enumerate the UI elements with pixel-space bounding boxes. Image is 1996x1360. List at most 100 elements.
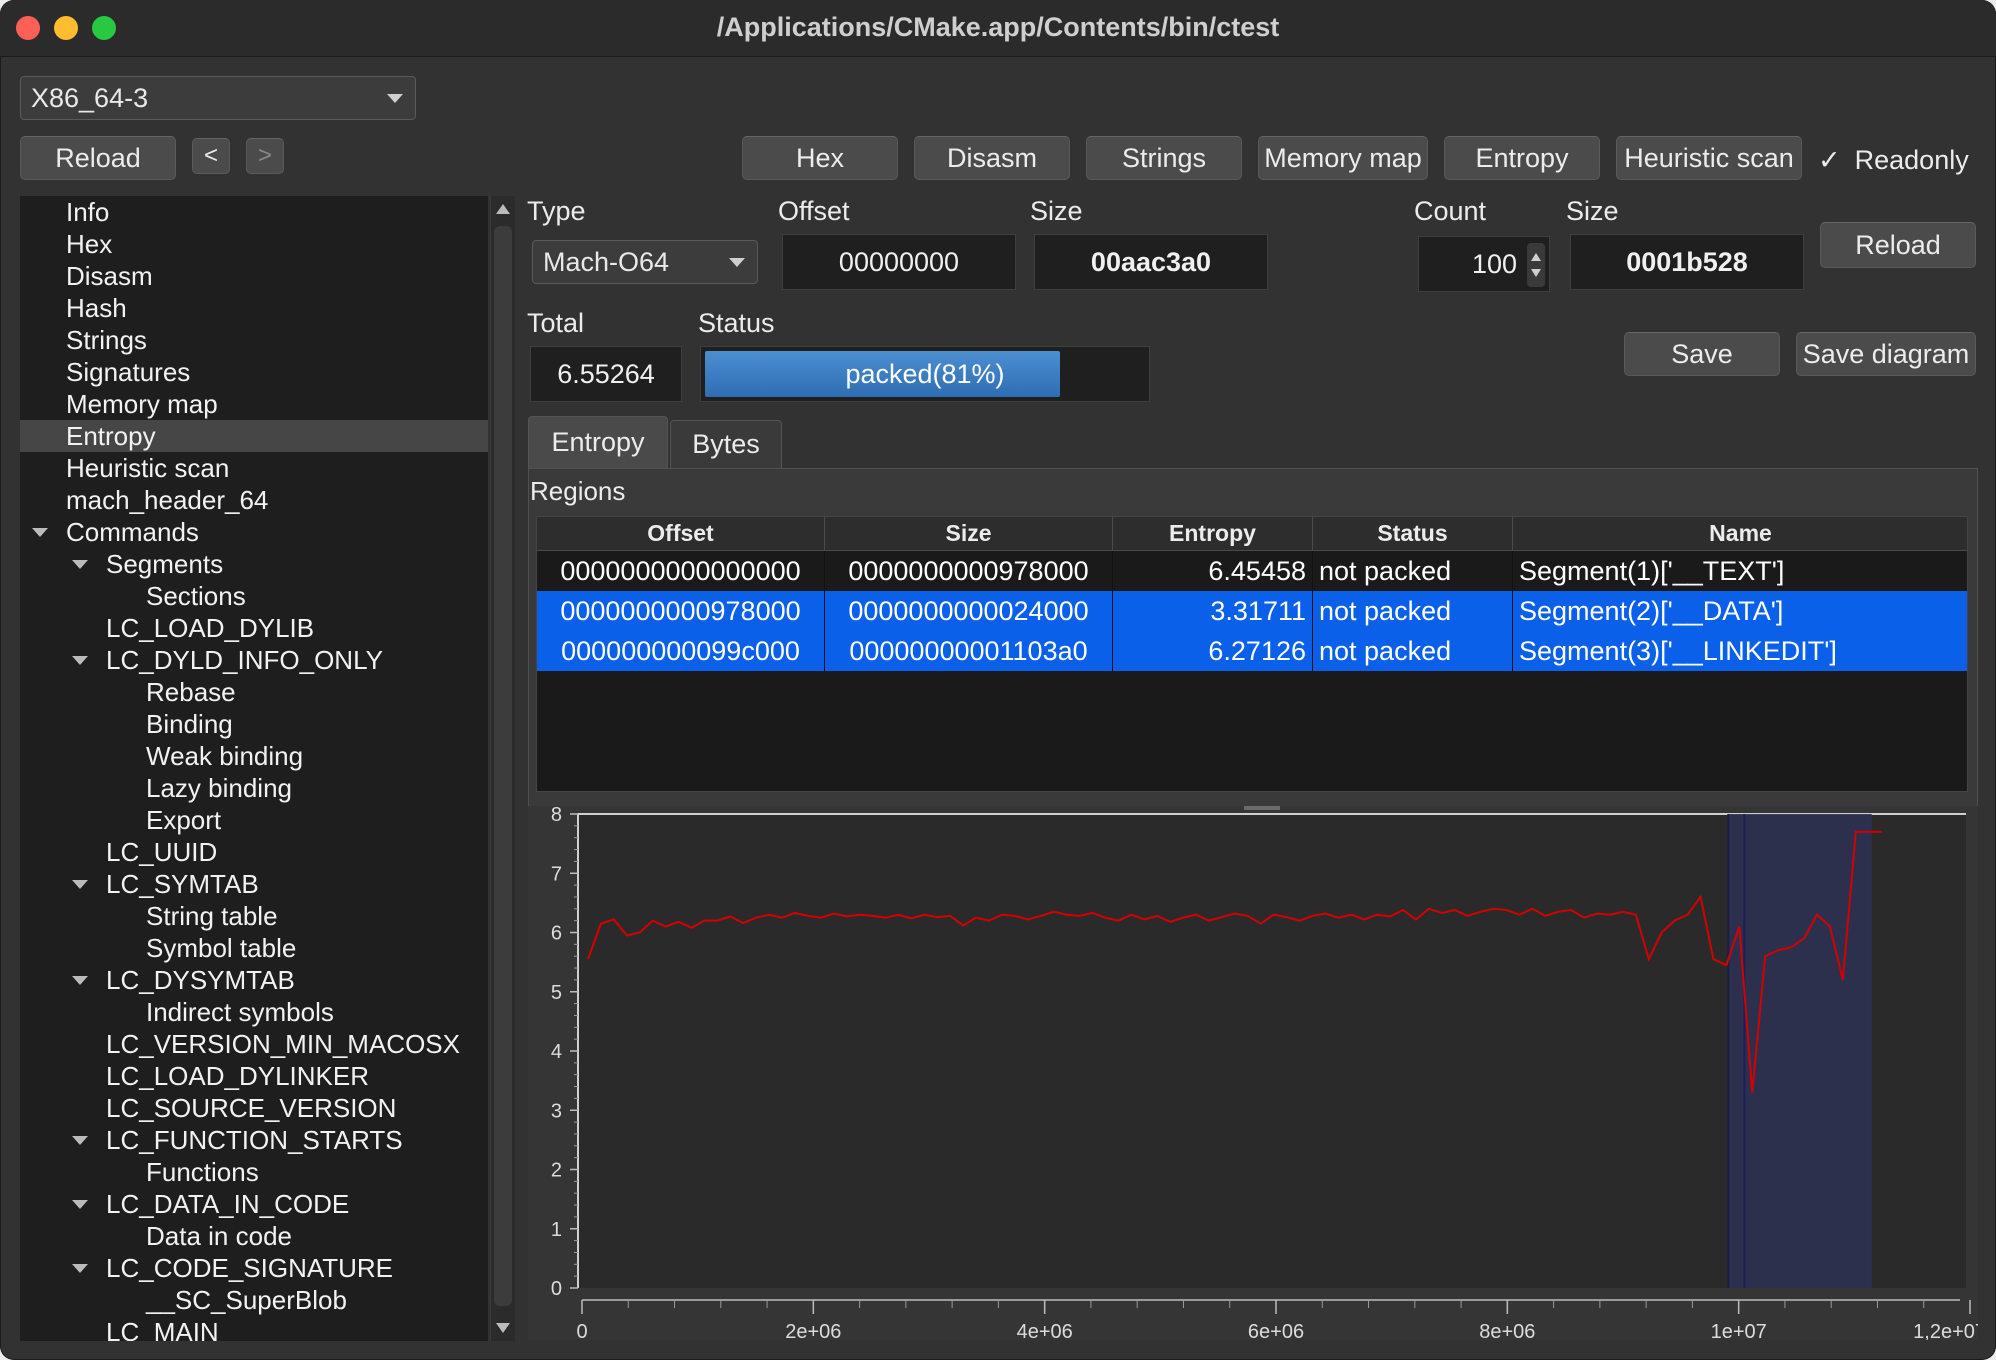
tree-item[interactable]: Heuristic scan xyxy=(20,452,488,484)
tree-item[interactable]: LC_CODE_SIGNATURE xyxy=(20,1252,488,1284)
tree-item-label: LC_CODE_SIGNATURE xyxy=(106,1253,394,1283)
tree-item[interactable]: Rebase xyxy=(20,676,488,708)
progress-text: packed(81%) xyxy=(845,358,1005,389)
offset-field[interactable]: 00000000 xyxy=(782,234,1016,290)
tree-item-label: LC_SOURCE_VERSION xyxy=(106,1093,397,1123)
disasm-view-button[interactable]: Disasm xyxy=(914,136,1070,180)
tree-item[interactable]: Info xyxy=(20,196,488,228)
expand-arrow-icon[interactable] xyxy=(72,656,88,665)
regions-table[interactable]: Offset Size Entropy Status Name 00000000… xyxy=(536,516,1968,792)
column-header-name[interactable]: Name xyxy=(1513,517,1967,551)
y-tick-label: 5 xyxy=(551,982,562,1004)
tree-item[interactable]: Memory map xyxy=(20,388,488,420)
readonly-checkbox[interactable]: ✓ Readonly xyxy=(1818,140,1969,180)
tree-item-label: Signatures xyxy=(66,357,191,387)
x-tick-label: 8e+06 xyxy=(1479,1321,1535,1340)
column-header-entropy[interactable]: Entropy xyxy=(1113,517,1313,551)
table-row[interactable]: 0000000000978000 0000000000024000 3.31711 n… xyxy=(537,591,1967,631)
tree-item[interactable]: LC_DATA_IN_CODE xyxy=(20,1188,488,1220)
tree-item[interactable]: LC_FUNCTION_STARTS xyxy=(20,1124,488,1156)
size-field[interactable]: 00aac3a0 xyxy=(1034,234,1268,290)
type-select[interactable]: Mach-O64 xyxy=(532,240,758,284)
tab-entropy[interactable]: Entropy xyxy=(528,416,668,468)
tree-item[interactable]: Hex xyxy=(20,228,488,260)
tree-item[interactable]: Hash xyxy=(20,292,488,324)
navigation-tree[interactable]: Info Hex Disasm Hash Strings Signatures Memory… xyxy=(20,196,488,1341)
strings-view-button[interactable]: Strings xyxy=(1086,136,1242,180)
arch-select-value: X86_64-3 xyxy=(31,82,149,113)
tree-item[interactable]: Commands xyxy=(20,516,488,548)
tree-item[interactable]: Data in code xyxy=(20,1220,488,1252)
total-field[interactable]: 6.55264 xyxy=(530,346,682,402)
count-spinbox[interactable]: 100 xyxy=(1418,236,1550,292)
column-header-size[interactable]: Size xyxy=(825,517,1113,551)
tree-item[interactable]: String table xyxy=(20,900,488,932)
tree-item-label: __SC_SuperBlob xyxy=(146,1285,347,1315)
tree-item[interactable]: Weak binding xyxy=(20,740,488,772)
size-label: Size xyxy=(1030,196,1083,226)
tree-item[interactable]: LC_LOAD_DYLIB xyxy=(20,612,488,644)
reload-file-button[interactable]: Reload xyxy=(20,136,176,180)
entropy-chart-svg[interactable]: 0 1 2 3 4 5 6 7 8 0 2e+06 4e+06 6e+06 8e+06 1e+07 1,2e+… xyxy=(528,804,1986,1343)
entropy-chart[interactable]: 0 1 2 3 4 5 6 7 8 0 2e+06 4e+06 6e+06 8e+06 1e+07 1,2e+… xyxy=(528,804,1986,1343)
expand-arrow-icon[interactable] xyxy=(72,560,88,569)
heuristic-scan-view-button[interactable]: Heuristic scan xyxy=(1616,136,1802,180)
memory-map-view-button[interactable]: Memory map xyxy=(1258,136,1428,180)
expand-arrow-icon[interactable] xyxy=(72,1136,88,1145)
back-button[interactable]: < xyxy=(192,138,230,174)
tree-item[interactable]: Lazy binding xyxy=(20,772,488,804)
tree-item[interactable]: LC_SYMTAB xyxy=(20,868,488,900)
tree-item[interactable]: LC_LOAD_DYLINKER xyxy=(20,1060,488,1092)
table-row[interactable]: 0000000000000000 0000000000978000 6.45458 n… xyxy=(537,551,1967,591)
tree-item[interactable]: LC_UUID xyxy=(20,836,488,868)
entropy-view-button[interactable]: Entropy xyxy=(1444,136,1600,180)
expand-arrow-icon[interactable] xyxy=(32,528,48,537)
x-tick-label: 4e+06 xyxy=(1017,1321,1073,1340)
tree-item[interactable]: Functions xyxy=(20,1156,488,1188)
hex-view-button[interactable]: Hex xyxy=(742,136,898,180)
tree-item[interactable]: Export xyxy=(20,804,488,836)
tree-item[interactable]: Symbol table xyxy=(20,932,488,964)
tree-item-label: Lazy binding xyxy=(146,773,292,803)
column-header-status[interactable]: Status xyxy=(1313,517,1513,551)
size2-field[interactable]: 0001b528 xyxy=(1570,234,1804,290)
tree-item[interactable]: Segments xyxy=(20,548,488,580)
save-button[interactable]: Save xyxy=(1624,332,1780,376)
tree-item[interactable]: Binding xyxy=(20,708,488,740)
tree-item-label: Data in code xyxy=(146,1221,292,1251)
tree-item[interactable]: Indirect symbols xyxy=(20,996,488,1028)
tree-scrollbar[interactable] xyxy=(490,196,515,1341)
expand-arrow-icon[interactable] xyxy=(72,1264,88,1273)
cell-offset: 0000000000978000 xyxy=(537,591,825,631)
tree-item[interactable]: Disasm xyxy=(20,260,488,292)
expand-arrow-icon[interactable] xyxy=(72,976,88,985)
tree-item[interactable]: LC_DYSYMTAB xyxy=(20,964,488,996)
expand-arrow-icon[interactable] xyxy=(72,880,88,889)
save-diagram-button[interactable]: Save diagram xyxy=(1796,332,1976,376)
tree-item[interactable]: Strings xyxy=(20,324,488,356)
spin-arrows-icon[interactable] xyxy=(1527,243,1545,287)
x-tick-label: 1e+07 xyxy=(1711,1321,1767,1340)
tree-item-label: Indirect symbols xyxy=(146,997,334,1027)
tree-item[interactable]: Signatures xyxy=(20,356,488,388)
expand-arrow-icon[interactable] xyxy=(72,1200,88,1209)
column-header-offset[interactable]: Offset xyxy=(537,517,825,551)
tree-item[interactable]: LC_SOURCE_VERSION xyxy=(20,1092,488,1124)
tree-item[interactable]: LC_DYLD_INFO_ONLY xyxy=(20,644,488,676)
tree-item[interactable]: __SC_SuperBlob xyxy=(20,1284,488,1316)
reload-entropy-button[interactable]: Reload xyxy=(1820,222,1976,268)
cell-name: Segment(1)['__TEXT'] xyxy=(1513,551,1967,591)
tree-item[interactable]: Sections xyxy=(20,580,488,612)
forward-button[interactable]: > xyxy=(246,138,284,174)
tree-item[interactable]: LC_MAIN xyxy=(20,1316,488,1341)
tab-bytes[interactable]: Bytes xyxy=(670,420,782,468)
tree-item-label: String table xyxy=(146,901,278,931)
tree-item[interactable]: Entropy xyxy=(20,420,488,452)
y-tick-label: 7 xyxy=(551,863,562,885)
tree-item[interactable]: LC_VERSION_MIN_MACOSX xyxy=(20,1028,488,1060)
y-tick-label: 6 xyxy=(551,923,562,945)
cell-offset: 0000000000000000 xyxy=(537,551,825,591)
table-row[interactable]: 000000000099c000 00000000001103a0 6.27126 n… xyxy=(537,631,1967,671)
arch-select[interactable]: X86_64-3 xyxy=(20,76,416,120)
tree-item[interactable]: mach_header_64 xyxy=(20,484,488,516)
